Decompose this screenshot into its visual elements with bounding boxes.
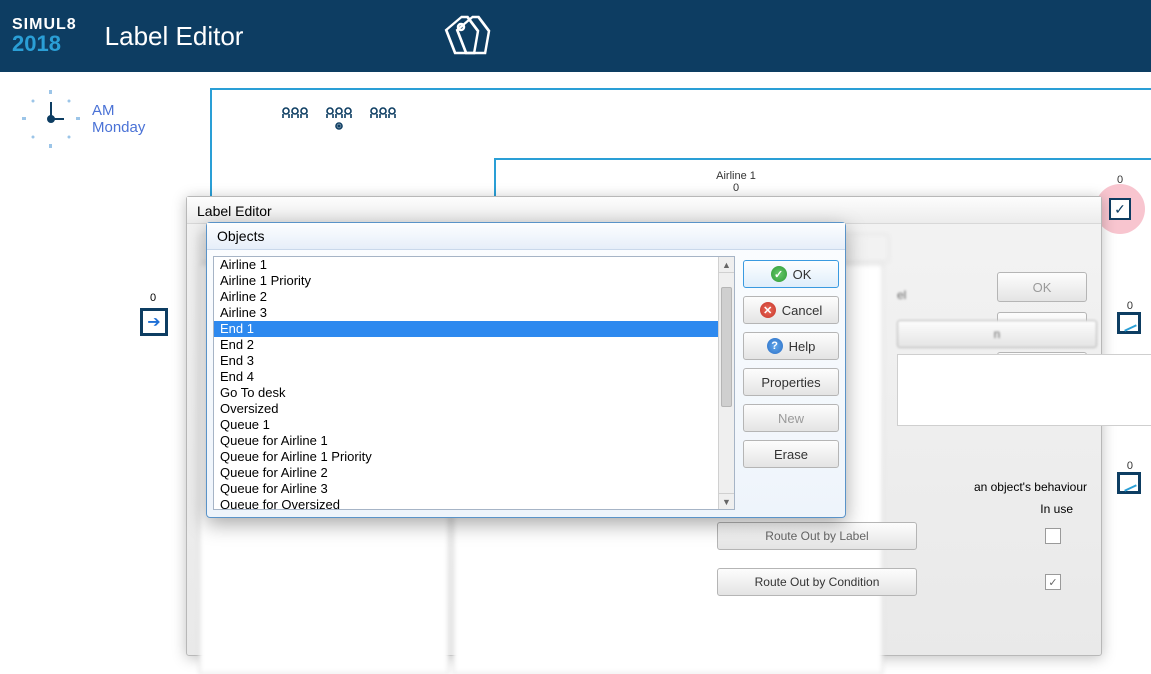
in-use-label: In use xyxy=(1040,502,1073,516)
erase-button[interactable]: Erase xyxy=(743,440,839,468)
properties-button[interactable]: Properties xyxy=(743,368,839,396)
desk-target-icon xyxy=(324,106,354,132)
new-button[interactable]: New xyxy=(743,404,839,432)
scrollbar[interactable]: ▲ ▼ xyxy=(718,257,734,509)
list-item[interactable]: Queue for Airline 1 Priority xyxy=(214,449,718,465)
queue-box[interactable] xyxy=(1117,312,1141,334)
airline-1-label: Airline 1 xyxy=(716,170,756,182)
list-item[interactable]: Airline 3 xyxy=(214,305,718,321)
objects-dialog: Objects Airline 1Airline 1 PriorityAirli… xyxy=(206,222,846,518)
list-item[interactable]: Airline 1 Priority xyxy=(214,273,718,289)
desk-group-icon xyxy=(368,106,398,126)
objects-listbox[interactable]: Airline 1Airline 1 PriorityAirline 2Airl… xyxy=(213,256,735,510)
list-item[interactable]: Oversized xyxy=(214,401,718,417)
app-banner: SIMUL8 2018 Label Editor xyxy=(0,0,1151,72)
clock-day: Monday xyxy=(92,119,145,136)
fragment-button-blurred[interactable]: n xyxy=(897,320,1097,348)
check-icon: ✓ xyxy=(771,266,787,282)
list-item[interactable]: End 2 xyxy=(214,337,718,353)
start-point-count: 0 xyxy=(150,292,156,304)
start-arrow-icon[interactable]: ➔ xyxy=(140,308,168,336)
list-item[interactable]: Queue for Airline 3 xyxy=(214,481,718,497)
help-button[interactable]: ? Help xyxy=(743,332,839,360)
queue-count: 0 xyxy=(1127,300,1133,312)
route-out-by-label-button[interactable]: Route Out by Label xyxy=(717,522,917,550)
scroll-down-arrow[interactable]: ▼ xyxy=(719,493,734,509)
app-logo: SIMUL8 2018 xyxy=(12,17,77,55)
route-out-by-condition-button[interactable]: Route Out by Condition xyxy=(717,568,917,596)
logo-year: 2018 xyxy=(12,33,77,55)
desk-icons xyxy=(280,106,398,132)
help-icon: ? xyxy=(767,338,783,354)
route-label-checkbox[interactable] xyxy=(1045,528,1061,544)
cancel-label: Cancel xyxy=(782,303,822,318)
airline-1-count: 0 xyxy=(716,182,756,194)
end-point-marker[interactable]: 0 ✓ xyxy=(1095,184,1145,234)
list-item[interactable]: End 4 xyxy=(214,369,718,385)
check-icon: ✓ xyxy=(1109,198,1131,220)
queue-box[interactable] xyxy=(1117,472,1141,494)
page-title: Label Editor xyxy=(105,21,244,52)
help-label: Help xyxy=(789,339,816,354)
objects-dialog-title: Objects xyxy=(207,223,845,250)
scroll-up-arrow[interactable]: ▲ xyxy=(719,257,734,273)
queue-count: 0 xyxy=(1127,460,1133,472)
cross-icon: ✕ xyxy=(760,302,776,318)
list-item[interactable]: End 1 xyxy=(214,321,718,337)
clock-widget: AM Monday xyxy=(20,88,145,150)
fragment-label-blurred: el xyxy=(897,288,906,302)
label-editor-title: Label Editor xyxy=(187,197,1101,224)
tag-icon xyxy=(443,14,497,59)
list-item[interactable]: Queue 1 xyxy=(214,417,718,433)
route-condition-checkbox[interactable]: ✓ xyxy=(1045,574,1061,590)
list-item[interactable]: Airline 2 xyxy=(214,289,718,305)
cancel-button[interactable]: ✕ Cancel xyxy=(743,296,839,324)
list-item[interactable]: Airline 1 xyxy=(214,257,718,273)
list-item[interactable]: Queue for Airline 2 xyxy=(214,465,718,481)
list-item[interactable]: Go To desk xyxy=(214,385,718,401)
end-point-count: 0 xyxy=(1117,174,1123,186)
desk-group-icon xyxy=(280,106,310,126)
list-item[interactable]: Queue for Airline 1 xyxy=(214,433,718,449)
list-item[interactable]: Queue for Oversized xyxy=(214,497,718,509)
list-item[interactable]: End 3 xyxy=(214,353,718,369)
behaviour-caption: an object's behaviour xyxy=(974,480,1087,494)
scroll-thumb[interactable] xyxy=(721,287,732,407)
fragment-text-area xyxy=(897,354,1151,426)
ok-button[interactable]: OK xyxy=(997,272,1087,302)
ok-label: OK xyxy=(793,267,812,282)
clock-ampm: AM xyxy=(92,102,145,119)
ok-button[interactable]: ✓ OK xyxy=(743,260,839,288)
clock-icon xyxy=(20,88,82,150)
